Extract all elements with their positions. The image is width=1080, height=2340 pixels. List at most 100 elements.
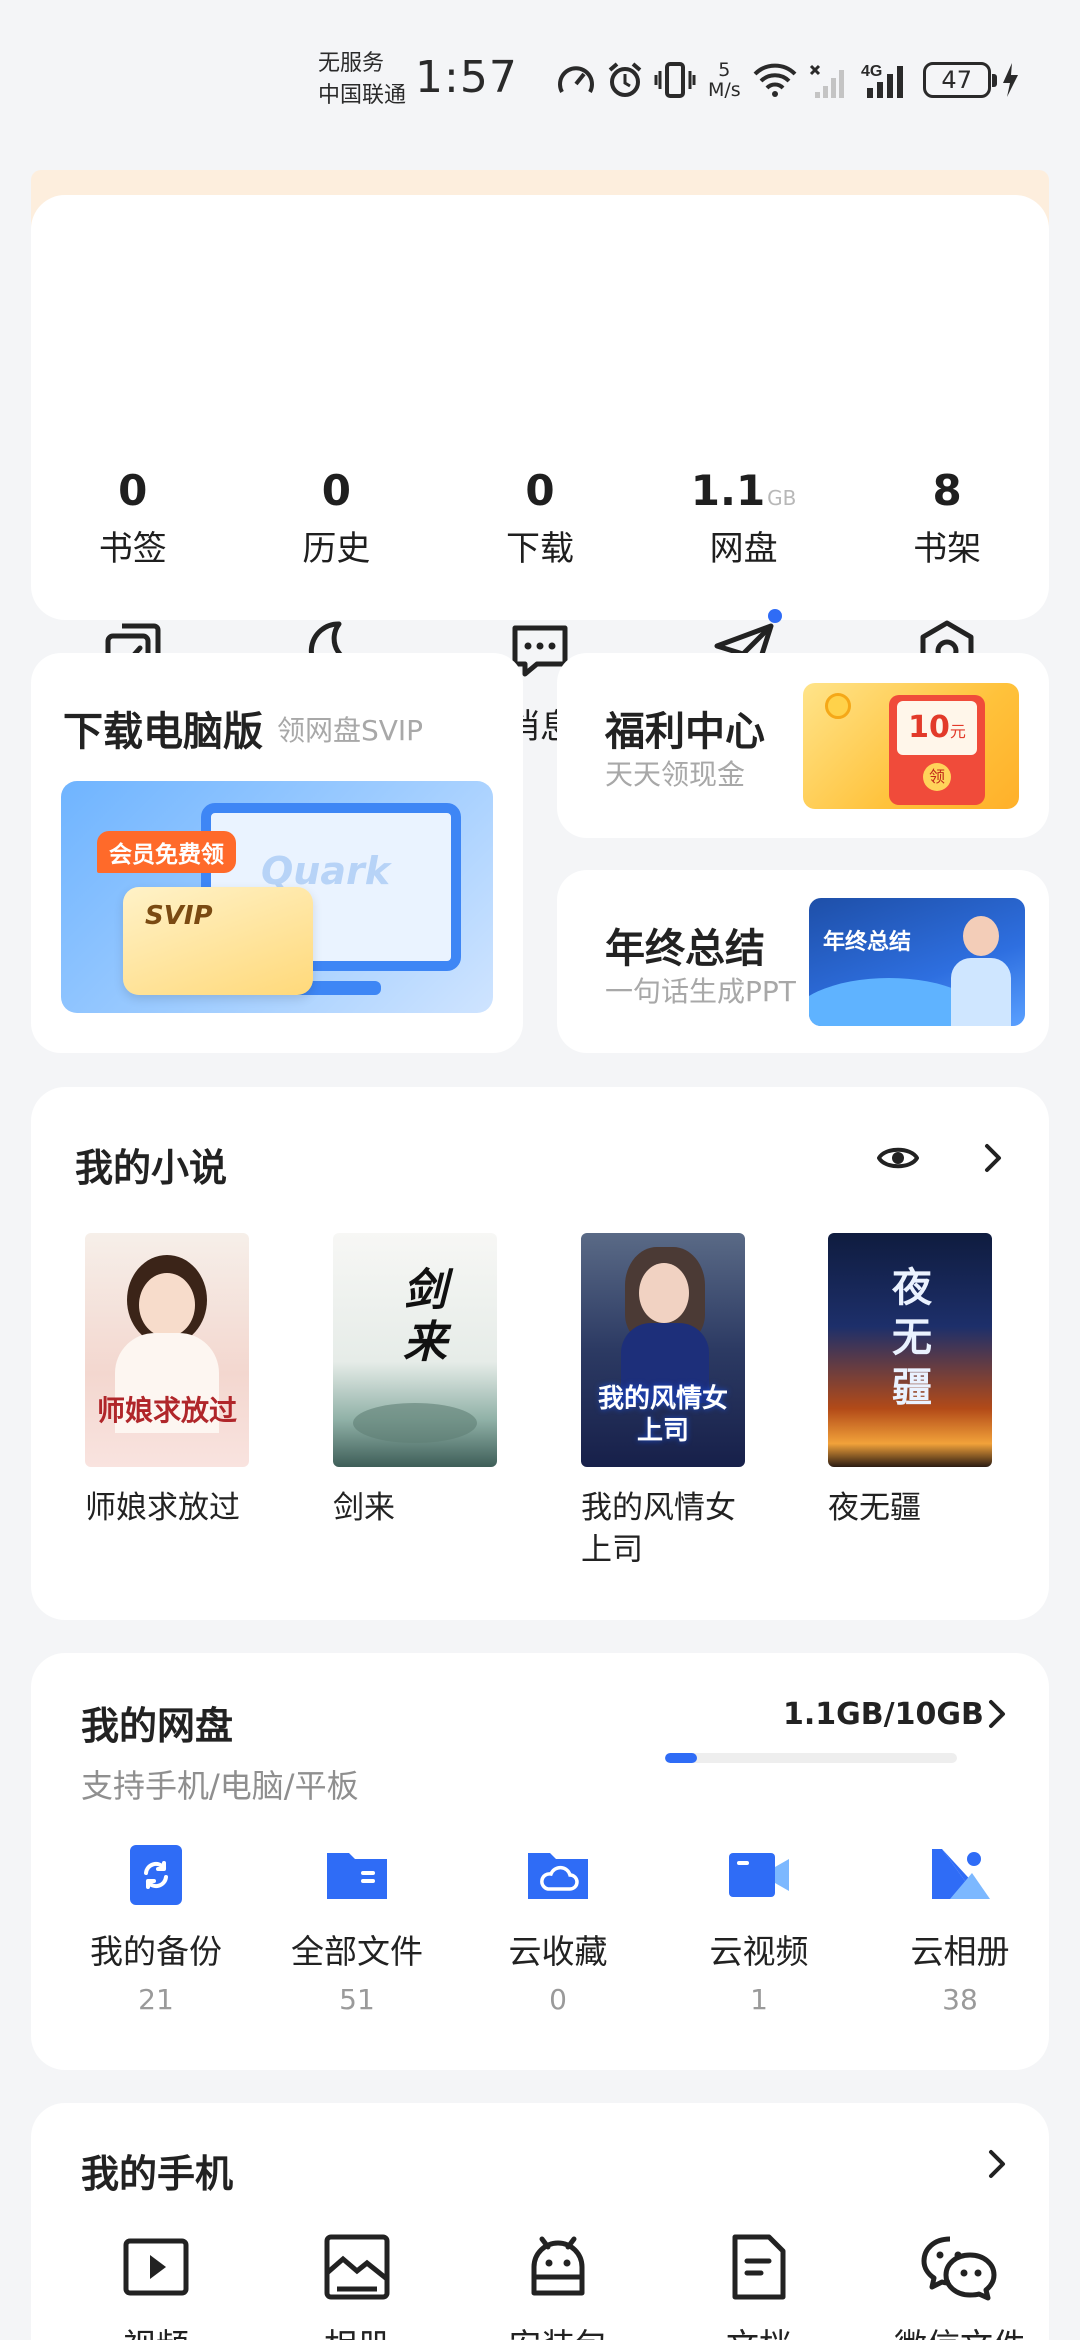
carrier-status: 无服务 [318, 51, 385, 76]
book-cover: 夜无疆 [828, 1233, 992, 1467]
speed-unit: M/s [708, 79, 741, 101]
speed-value: 5 [718, 59, 731, 81]
phone-item-apk[interactable]: 安装包 [473, 2233, 643, 2340]
disk-item-count: 38 [942, 1983, 978, 2016]
stat-value: 0 [118, 466, 148, 515]
disk-item-all-files[interactable]: 全部文件 51 [272, 1843, 442, 2016]
stat-label: 书架 [913, 529, 982, 569]
book-item[interactable]: 师娘求放过 师娘求放过 [85, 1233, 249, 1529]
download-pc-card[interactable]: 下载电脑版 领网盘SVIP Quark SVIP 会员免费领 [31, 653, 523, 1053]
disk-usage-bar [665, 1753, 957, 1763]
book-title: 我的风情女上司 [581, 1490, 736, 1568]
stat-label: 下载 [505, 529, 574, 569]
person-illustration [949, 908, 1013, 1026]
disk-title: 我的网盘 [81, 1704, 234, 1748]
coupon-paper: 10元 [897, 701, 977, 755]
disk-item-cloud-favorites[interactable]: 云收藏 0 [473, 1843, 643, 2016]
backup-icon [130, 1845, 182, 1905]
book-cover-text: 师娘求放过 [96, 1394, 237, 1427]
book-title: 师娘求放过 [85, 1490, 240, 1526]
phone-item-label: 相册 [272, 2319, 442, 2340]
year-summary-card[interactable]: 年终总结 一句话生成PPT 年终总结 [557, 870, 1049, 1053]
phone-item-label: 微信文件 [875, 2319, 1045, 2340]
promo-pc-subtitle: 领网盘SVIP [277, 714, 424, 747]
welfare-title: 福利中心 [605, 709, 765, 755]
disk-item-count: 1 [750, 1983, 768, 2016]
phone-item-album[interactable]: 相册 [272, 2233, 442, 2340]
document-icon [732, 2234, 786, 2300]
wechat-icon [921, 2236, 997, 2301]
chevron-right-icon[interactable] [983, 1143, 1003, 1173]
red-envelope-image: 10元 领 [803, 683, 1019, 809]
no-signal-icon [809, 64, 844, 98]
stats-row: 0 书签 0 历史 0 下载 1.1 GB 网盘 8 书架 [31, 465, 1049, 570]
phone-item-wechat-files[interactable]: 微信文件 [875, 2233, 1045, 2340]
disk-usage-fill [665, 1753, 698, 1763]
promo-pc-title: 下载电脑版 [63, 709, 263, 755]
chevron-right-icon[interactable] [987, 2149, 1007, 2179]
book-cover: 我的风情女上司 [581, 1233, 745, 1467]
book-item[interactable]: 剑来 剑来 [333, 1233, 497, 1529]
quick-access-card: 0 书签 0 历史 0 下载 1.1GB 网盘 8 书架 任务 [31, 195, 1049, 747]
disk-item-backup[interactable]: 我的备份 21 [71, 1843, 241, 2016]
disk-item-cloud-album[interactable]: 云相册 38 [875, 1843, 1045, 2016]
stat-cloud-disk[interactable]: 1.1 GB 网盘 [642, 465, 846, 570]
video-camera-icon [729, 1853, 789, 1897]
disk-item-label: 我的备份 [90, 1932, 222, 1971]
disk-item-count: 21 [138, 1983, 174, 2016]
red-envelope-icon: 10元 领 [889, 695, 985, 805]
disk-item-cloud-video[interactable]: 云视频 1 [674, 1843, 844, 2016]
welfare-center-card[interactable]: 福利中心 天天领现金 10元 领 [557, 653, 1049, 838]
network-type: 4G [861, 63, 882, 80]
carrier-info: 无服务 中国联通 [318, 48, 406, 112]
gold-coin-icon [825, 693, 851, 719]
disk-item-label: 云收藏 [508, 1932, 608, 1971]
stat-value: 0 [321, 466, 351, 515]
stat-value: 8 [932, 466, 962, 515]
carrier-name: 中国联通 [318, 83, 407, 108]
welfare-subtitle: 天天领现金 [605, 758, 746, 791]
cloud-folder-icon [528, 1853, 588, 1899]
year-summary-image: 年终总结 [809, 898, 1025, 1026]
stat-bookshelf[interactable]: 8 书架 [845, 465, 1049, 570]
svip-card-text: SVIP [145, 901, 213, 931]
vibrate-icon [654, 62, 696, 98]
book-title: 夜无疆 [828, 1490, 921, 1526]
disk-subtitle: 支持手机/电脑/平板 [81, 1767, 359, 1805]
coupon-unit: 元 [949, 722, 966, 741]
book-item[interactable]: 夜无疆 夜无疆 [828, 1233, 992, 1529]
phone-item-documents[interactable]: 文档 [674, 2233, 844, 2340]
book-item[interactable]: 我的风情女上司 我的风情女上司 [581, 1233, 745, 1571]
book-cover: 师娘求放过 [85, 1233, 249, 1467]
video-icon [123, 2238, 189, 2296]
book-cover: 剑来 [333, 1233, 497, 1467]
my-novels-card: 我的小说 师娘求放过 师娘求放过 剑来 剑来 我的风情女上司 我的风情女上司 夜… [31, 1087, 1049, 1620]
novels-title: 我的小说 [75, 1146, 228, 1190]
android-icon [531, 2236, 585, 2296]
stat-bookmarks[interactable]: 0 书签 [31, 465, 235, 570]
status-bar: 无服务 中国联通 1:57 5 M/s 4G 47 [0, 0, 1080, 150]
my-cloud-disk-card: 我的网盘 支持手机/电脑/平板 1.1GB/10GB 我的备份 21 全部文件 … [31, 1653, 1049, 2070]
phone-item-video[interactable]: 视频 [71, 2233, 241, 2340]
my-phone-card: 我的手机 视频 相册 安装包 文档 微信文件 [31, 2103, 1049, 2340]
disk-item-label: 云相册 [910, 1932, 1010, 1971]
network-speed: 5 M/s [708, 60, 741, 100]
stat-history[interactable]: 0 历史 [235, 465, 439, 570]
album-icon [324, 2234, 390, 2300]
photo-album-icon [932, 1849, 990, 1899]
stat-downloads[interactable]: 0 下载 [438, 465, 642, 570]
eye-icon[interactable] [877, 1141, 919, 1175]
clock: 1:57 [415, 52, 518, 103]
phone-item-label: 安装包 [473, 2319, 643, 2340]
member-free-badge: 会员免费领 [97, 831, 236, 873]
coupon-seal: 领 [923, 763, 951, 791]
battery-indicator: 47 [922, 62, 997, 98]
stat-label: 网盘 [709, 529, 778, 569]
promo-pc-image: Quark SVIP 会员免费领 [61, 781, 493, 1013]
cell-signal-icon: 4G [861, 63, 903, 98]
book-title: 剑来 [333, 1490, 395, 1526]
notification-dot [767, 609, 782, 623]
chevron-right-icon[interactable] [987, 1699, 1007, 1729]
stat-label: 历史 [302, 529, 371, 569]
folder-icon [327, 1853, 387, 1899]
